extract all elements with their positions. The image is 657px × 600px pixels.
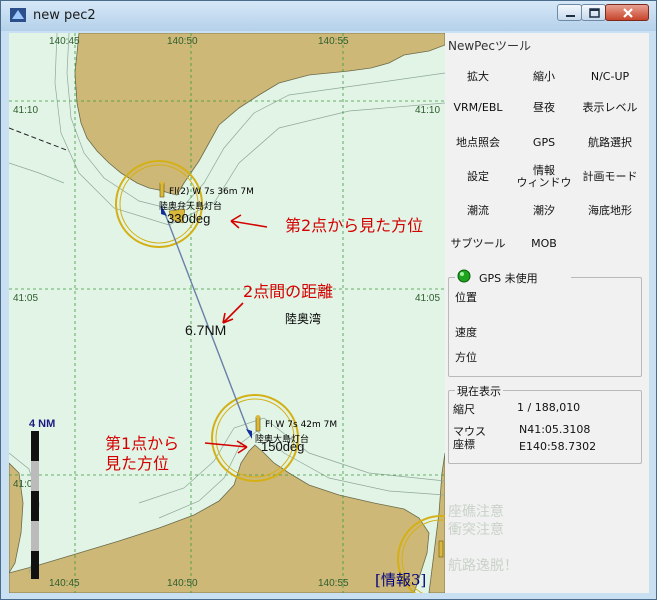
lon-tick-bottom-2: 140:50 [167,578,198,589]
zoom-out-button[interactable]: 縮小 [511,63,577,91]
info-window-button[interactable]: 情報 ウィンドウ [511,163,577,191]
title-bar[interactable]: new pec2 [1,1,656,31]
scale-bar [31,431,39,579]
scale-label: 縮尺 [453,403,475,416]
mob-button[interactable]: MOB [511,230,577,258]
annotation-bearing-from-1-line1: 第1点から [105,434,179,453]
gps-status-text: GPS 未使用 [479,272,538,285]
lighthouse-lower-light: Fl W 7s 42m 7M [265,420,337,430]
lon-tick-top-2: 140:50 [167,36,198,47]
lon-tick-bottom-3: 140:55 [318,578,349,589]
bay-name: 陸奥湾 [285,311,321,326]
seabed-terrain-button[interactable]: 海底地形 [577,197,643,225]
right-landmass [428,452,445,593]
annotation-arrow-upper [230,214,268,229]
north-course-up-button[interactable]: N/C-UP [577,63,643,91]
info-window-label-line2: ウィンドウ [516,176,572,189]
plan-mode-button[interactable]: 計画モード [577,163,643,191]
scale-value: 1 / 188,010 [517,401,581,414]
warning-collision: 衝突注意 [448,522,504,538]
gps-group [448,277,642,377]
lower-landmass [9,444,430,593]
settings-button[interactable]: 設定 [445,163,511,191]
day-night-button[interactable]: 昼夜 [511,94,577,122]
tide-button[interactable]: 潮汐 [511,197,577,225]
subtool-button[interactable]: サブツール [445,230,511,258]
tool-panel: NewPecツール 拡大 縮小 N/C-UP VRM/EBL 昼夜 表示レベル … [445,33,649,593]
warning-grounding: 座礁注意 [448,504,504,520]
lighthouse-lower-icon[interactable] [255,415,261,432]
mouse-lat-value: N41:05.3108 [519,423,591,436]
lat-tick-right-2: 41:05 [415,293,440,304]
current-display-legend: 現在表示 [455,383,503,399]
mouse-label-line2: 座標 [453,438,475,451]
gps-heading-label: 方位 [455,351,477,364]
lat-tick-left-2: 41:05 [13,293,38,304]
mouse-lon-value: E140:58.7302 [519,440,597,453]
warning-off-route: 航路逸脱！ [448,558,518,574]
app-icon [10,8,26,22]
close-icon [623,8,633,18]
window-title: new pec2 [33,8,96,23]
lighthouse-right-icon[interactable] [438,540,444,558]
nautical-chart[interactable]: 140:45 140:50 140:55 140:45 140:50 140:5… [9,33,445,593]
zoom-in-button[interactable]: 拡大 [445,63,511,91]
info-label[interactable]: [情報3] [375,569,426,590]
annotation-distance-between: 2点間の距離 [243,282,333,301]
maximize-icon [589,8,600,18]
panel-title: NewPecツール [448,39,531,53]
lat-tick-right-1: 41:10 [415,105,440,116]
display-level-button[interactable]: 表示レベル [577,94,643,122]
lighthouse-lower-bearing: 150deg [261,439,304,454]
annotation-bearing-from-2: 第2点から見た方位 [285,216,423,235]
maximize-button[interactable] [581,4,606,21]
lon-tick-bottom-1: 140:45 [49,578,80,589]
tidal-current-button[interactable]: 潮流 [445,197,511,225]
close-button[interactable] [605,4,649,21]
gps-position-label: 位置 [455,291,477,304]
annotation-bearing-from-1-line2: 見た方位 [105,454,169,473]
minimize-button[interactable] [557,4,582,21]
lon-tick-top-1: 140:45 [49,36,80,47]
point-query-button[interactable]: 地点照会 [445,129,511,157]
vrm-ebl-button[interactable]: VRM/EBL [445,94,511,122]
scale-bar-label: 4 NM [29,418,55,430]
bearing-arrow-lower [246,429,252,439]
lon-tick-top-3: 140:55 [318,36,349,47]
gps-legend: GPS 未使用 [455,269,571,285]
annotation-arrow-middle [222,302,244,324]
distance-label: 6.7NM [185,322,226,338]
gps-status-icon [457,269,471,283]
lighthouse-upper-light: Fl(2) W 7s 36m 7M [169,187,254,197]
lighthouse-upper-bearing: 330deg [167,211,210,226]
app-window: new pec2 140:45 140:50 140:55 140:45 140… [0,0,657,600]
annotation-arrow-lower [204,440,248,454]
chart-canvas[interactable]: 140:45 140:50 140:55 140:45 140:50 140:5… [9,33,445,593]
gps-button[interactable]: GPS [511,129,577,157]
gps-speed-label: 速度 [455,326,477,339]
lat-tick-left-1: 41:10 [13,105,38,116]
minimize-icon [566,15,575,17]
boundary-line [9,127,70,152]
route-select-button[interactable]: 航路選択 [577,129,643,157]
